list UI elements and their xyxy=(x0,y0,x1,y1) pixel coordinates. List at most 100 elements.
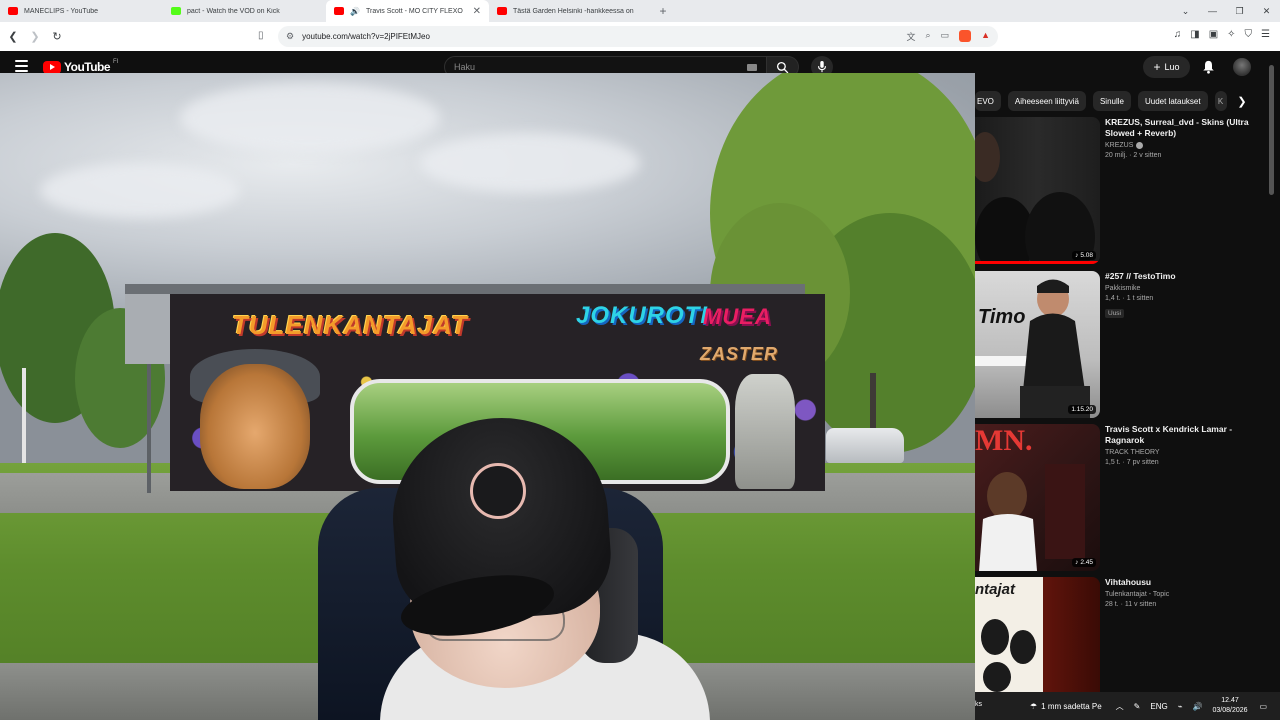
clock[interactable]: 12.47 03/08/2026 xyxy=(1213,696,1248,716)
speaker-icon[interactable]: 🔊 xyxy=(350,7,360,16)
browser-tab-kick[interactable]: pact - Watch the VOD on Kick xyxy=(163,0,326,22)
country-code: FI xyxy=(113,59,119,65)
graffiti-face xyxy=(200,364,310,489)
tab-title: Travis Scott - MO CITY FLEXO xyxy=(365,7,463,15)
video-title[interactable]: Vihtahousu xyxy=(1105,577,1255,588)
chip[interactable]: Aiheeseen liittyviä xyxy=(1007,91,1086,111)
recommendation-item[interactable]: MN. ♪ 2.45 Travis Scott x Kendrick Lamar … xyxy=(975,424,1265,572)
scrollbar-thumb[interactable] xyxy=(1269,65,1274,195)
video-title[interactable]: Travis Scott x Kendrick Lamar - Ragnarok xyxy=(1105,424,1255,446)
back-icon[interactable]: ❮ xyxy=(6,30,20,44)
verified-icon xyxy=(1136,142,1144,149)
video-title[interactable]: KREZUS, Surreal_dvd - Skins (Ultra Slowe… xyxy=(1105,117,1255,139)
channel-row: Tulenkantajat - Topic xyxy=(1105,591,1255,598)
channel-name[interactable]: Pakkismike xyxy=(1105,285,1140,292)
window-controls: ⌄ — ❐ ✕ xyxy=(1172,0,1280,22)
forward-icon[interactable]: ❯ xyxy=(28,30,42,44)
guide-menu-icon[interactable] xyxy=(15,60,28,72)
site-info-icon[interactable]: ⚙ xyxy=(286,31,294,42)
recommendation-item[interactable]: ♪ 5.08 KREZUS, Surreal_dvd - Skins (Ultra… xyxy=(975,117,1265,265)
notification-icon[interactable]: ▭ xyxy=(1260,702,1268,711)
chevron-right-icon[interactable]: ❯ xyxy=(1233,92,1251,110)
clock-time: 12.47 xyxy=(1221,697,1239,704)
building-side xyxy=(125,294,173,364)
media-controls-icon[interactable]: ♫ xyxy=(1174,29,1182,40)
channel-name[interactable]: TRACK THEORY xyxy=(1105,449,1160,456)
url-text: youtube.com/watch?v=2jPIFEtMJeo xyxy=(302,32,430,41)
graffiti-text: JOKUROTI xyxy=(576,302,709,329)
chip-partial[interactable]: K xyxy=(1214,91,1227,111)
video-title[interactable]: #257 // TestoTimo xyxy=(1105,271,1255,282)
wallet-icon[interactable]: ▣ xyxy=(1209,29,1218,40)
address-bar[interactable]: ⚙ youtube.com/watch?v=2jPIFEtMJeo 文 ⌕ ▭ … xyxy=(278,26,998,47)
create-button[interactable]: + Luo xyxy=(1143,56,1190,78)
language-indicator[interactable]: ENG xyxy=(1150,702,1167,711)
zoom-icon[interactable]: ⌕ xyxy=(926,30,931,43)
menu-icon[interactable]: ☰ xyxy=(1261,29,1270,40)
duration-badge: ♪ 5.08 xyxy=(1072,251,1096,260)
duration-badge: 1.15.20 xyxy=(1068,405,1096,414)
browser-tab-travis-scott[interactable]: 🔊 Travis Scott - MO CITY FLEXO ✕ xyxy=(326,0,489,22)
tab-search-icon[interactable]: ⌄ xyxy=(1172,0,1199,22)
duration-text: 2.45 xyxy=(1080,559,1093,566)
youtube-play-icon xyxy=(43,60,61,74)
graffiti-text: ZASTER xyxy=(700,344,778,364)
browser-tab-maneclips[interactable]: MANECLIPS - YouTube xyxy=(0,0,163,22)
chip-bar: EVO Aiheeseen liittyviä Sinulle Uudet la… xyxy=(975,90,1265,112)
video-player[interactable]: TULENKANTAJAT JOKUROTI MUEA ZASTER xyxy=(0,73,975,720)
channel-name[interactable]: KREZUS xyxy=(1105,142,1133,149)
video-stats: 28 t. · 11 v sitten xyxy=(1105,601,1157,608)
vpn-icon[interactable]: ⛉ xyxy=(1245,29,1253,40)
channel-row: TRACK THEORY xyxy=(1105,449,1255,456)
recommendation-item[interactable]: Timo 1.15.20 #257 // TestoTimo Pakkismik… xyxy=(975,271,1265,419)
browser-toolbar: ❮ ❯ ↻ ▯ ⚙ youtube.com/watch?v=2jPIFEtMJe… xyxy=(0,22,1280,51)
page-scrollbar[interactable] xyxy=(1268,55,1276,685)
plus-icon: + xyxy=(1153,60,1161,74)
video-thumbnail[interactable]: Timo 1.15.20 xyxy=(975,271,1100,418)
chip[interactable]: EVO xyxy=(975,91,1001,111)
tab-title: Tästä Garden Helsinki -hankkeessa on xyxy=(513,7,634,15)
close-tab-icon[interactable]: ✕ xyxy=(473,6,481,17)
brave-shields-icon[interactable] xyxy=(959,30,972,42)
minimize-icon[interactable]: — xyxy=(1199,0,1226,22)
chip[interactable]: Sinulle xyxy=(1092,91,1131,111)
recommendation-item[interactable]: ntajat Vihtahousu Tulenkantajat - Topic … xyxy=(975,577,1265,692)
translate-icon[interactable]: 文 xyxy=(907,30,916,43)
recommendation-meta: KREZUS, Surreal_dvd - Skins (Ultra Slowe… xyxy=(1105,117,1255,159)
volume-icon[interactable]: 🔊 xyxy=(1193,702,1203,711)
thumbnail-image xyxy=(975,132,1095,264)
chevron-up-icon[interactable]: ︿ xyxy=(1116,701,1124,712)
create-label: Luo xyxy=(1164,62,1180,72)
sidebar-icon[interactable]: ◨ xyxy=(1190,29,1199,40)
keyboard-icon[interactable] xyxy=(747,63,757,71)
cast-icon[interactable]: ▭ xyxy=(941,30,950,43)
leo-ai-icon[interactable]: ✧ xyxy=(1227,29,1235,40)
thumbnail-text: MN. xyxy=(975,424,1033,457)
bell-icon xyxy=(1202,60,1214,74)
channel-row: KREZUS xyxy=(1105,142,1255,149)
new-tab-button[interactable]: + xyxy=(652,0,674,22)
video-thumbnail[interactable]: MN. ♪ 2.45 xyxy=(975,424,1100,571)
avatar[interactable] xyxy=(1233,58,1251,76)
weather-widget[interactable]: ☂ 1 mm sadetta Pe xyxy=(1030,702,1102,711)
video-stats: 1,4 t. · 1 t sitten xyxy=(1105,295,1154,302)
cloud xyxy=(420,133,640,193)
pen-icon[interactable]: ✎ xyxy=(1134,702,1141,711)
browser-toolbar-right: ♫ ◨ ▣ ✧ ⛉ ☰ xyxy=(1174,29,1270,40)
video-thumbnail[interactable]: ntajat xyxy=(975,577,1100,692)
video-car xyxy=(826,428,904,463)
browser-tab-garden-helsinki[interactable]: Tästä Garden Helsinki -hankkeessa on xyxy=(489,0,652,22)
brave-rewards-icon[interactable]: ▲ xyxy=(981,30,990,43)
bookmark-icon[interactable]: ▯ xyxy=(258,30,264,41)
chip[interactable]: Uudet lataukset xyxy=(1137,91,1208,111)
notifications-button[interactable] xyxy=(1200,59,1216,75)
restore-icon[interactable]: ❐ xyxy=(1226,0,1253,22)
video-stats: 20 milj. · 2 v sitten xyxy=(1105,152,1162,159)
channel-name[interactable]: Tulenkantajat - Topic xyxy=(1105,591,1169,598)
new-badge: Uusi xyxy=(1105,309,1125,318)
close-window-icon[interactable]: ✕ xyxy=(1253,0,1280,22)
youtube-logo[interactable]: YouTube FI xyxy=(43,59,119,74)
video-thumbnail[interactable]: ♪ 5.08 xyxy=(975,117,1100,264)
network-icon[interactable]: ⌁ xyxy=(1178,702,1183,711)
reload-icon[interactable]: ↻ xyxy=(50,30,64,44)
